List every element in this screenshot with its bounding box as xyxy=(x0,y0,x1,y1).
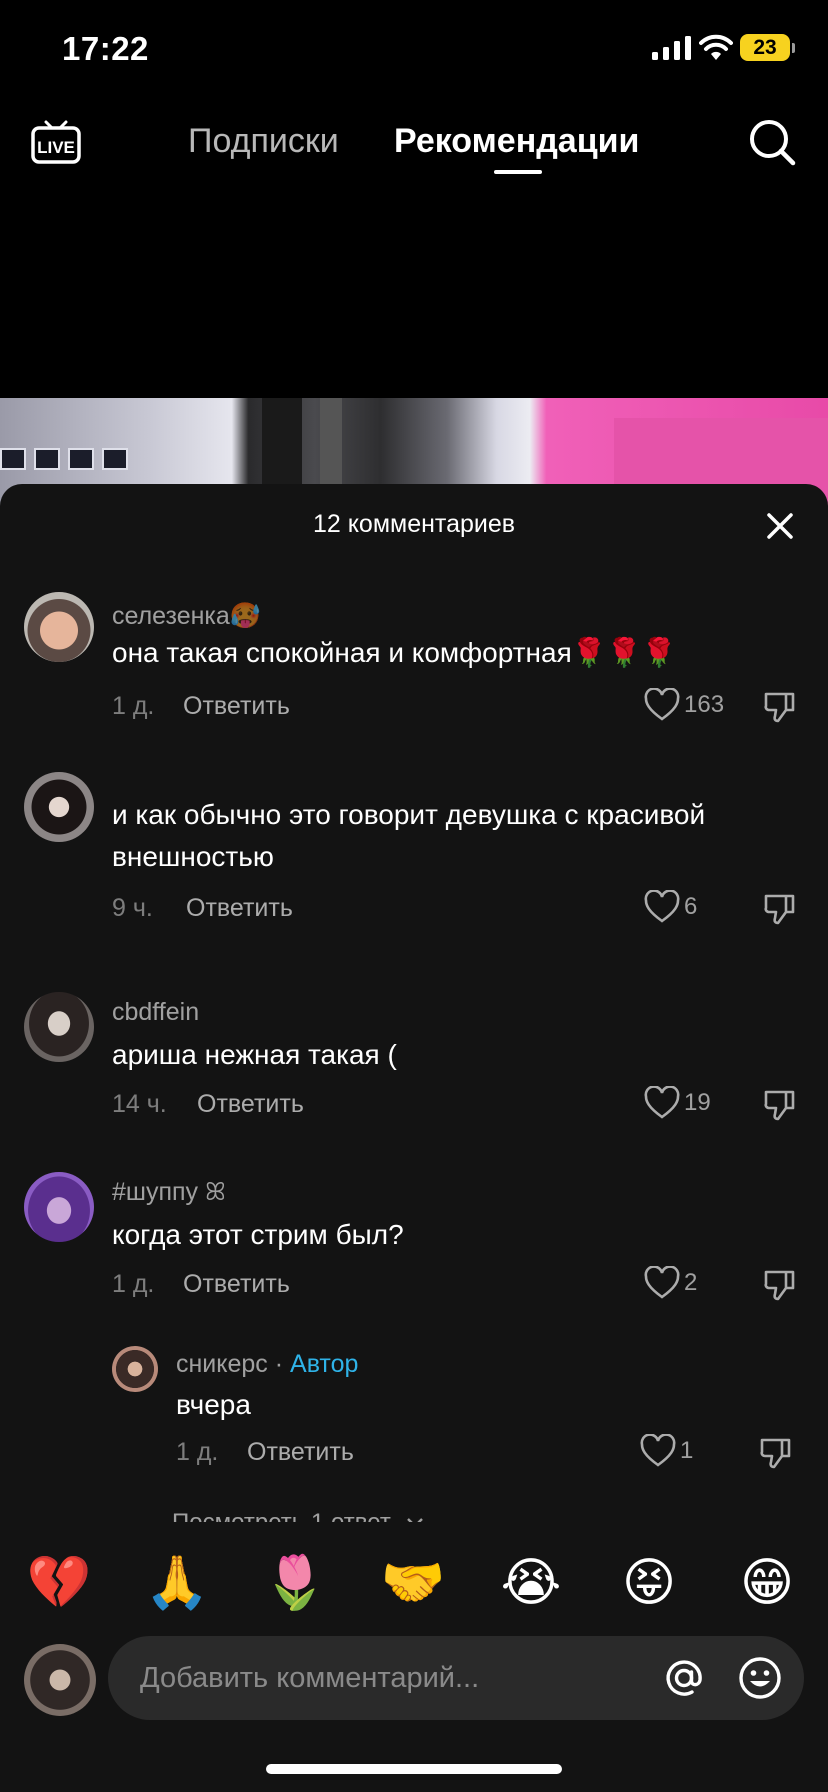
emoji-tongue[interactable]: 😝 xyxy=(616,1550,682,1616)
status-bar: 17:22 23 xyxy=(0,0,828,100)
top-navigation: LIVE Подписки Рекомендации xyxy=(0,100,828,180)
my-avatar xyxy=(24,1644,96,1716)
comment-time: 9 ч. xyxy=(112,894,153,922)
tab-for-you[interactable]: Рекомендации xyxy=(394,122,639,161)
heart-icon xyxy=(640,1434,676,1467)
mention-icon[interactable] xyxy=(662,1656,706,1700)
avatar[interactable] xyxy=(24,592,94,662)
battery-icon: 23 xyxy=(740,34,790,61)
comment-item: селезенка🥵 она такая спокойная и комфорт… xyxy=(0,588,828,738)
like-button[interactable]: 6 xyxy=(644,890,697,924)
emoji-crying[interactable]: 😭 xyxy=(498,1550,564,1616)
status-time: 17:22 xyxy=(62,30,149,67)
reply-button[interactable]: Ответить xyxy=(183,1270,290,1299)
comment-time: 1 д. xyxy=(112,692,155,720)
avatar[interactable] xyxy=(24,1172,94,1242)
active-tab-indicator xyxy=(494,170,542,174)
reply-text: вчера xyxy=(176,1389,251,1420)
comment-text: ариша нежная такая ( xyxy=(112,1039,397,1070)
heart-icon xyxy=(644,1266,680,1299)
reply-button[interactable]: Ответить xyxy=(197,1090,304,1119)
tab-following[interactable]: Подписки xyxy=(188,122,339,161)
emoji-broken-heart[interactable]: 💔 xyxy=(26,1550,92,1616)
emoji-tulip[interactable]: 🌷 xyxy=(262,1550,328,1616)
emoji-quick-bar: 💔 🙏 🌷 🤝 😭 😝 😁 xyxy=(0,1550,828,1616)
live-icon[interactable]: LIVE xyxy=(30,116,82,166)
like-button[interactable]: 1 xyxy=(640,1434,693,1468)
dislike-icon[interactable] xyxy=(762,1086,798,1122)
heart-icon xyxy=(644,688,680,721)
like-count: 2 xyxy=(684,1269,698,1296)
like-button[interactable]: 19 xyxy=(644,1086,711,1120)
dislike-icon[interactable] xyxy=(758,1434,794,1470)
comment-item: cbdffein ариша нежная такая ( 14 ч. Отве… xyxy=(0,988,828,1138)
reply-time: 1 д. xyxy=(176,1438,219,1466)
wifi-icon xyxy=(699,34,733,60)
comments-count-title: 12 комментариев xyxy=(312,510,516,538)
search-icon[interactable] xyxy=(746,116,798,168)
like-count: 163 xyxy=(684,691,725,718)
like-count: 1 xyxy=(680,1437,694,1464)
author-badge: Автор xyxy=(290,1350,359,1378)
avatar[interactable] xyxy=(24,992,94,1062)
like-button[interactable]: 163 xyxy=(644,688,724,722)
reply-username-text: сникерс xyxy=(176,1350,268,1378)
comment-username[interactable]: cbdffein xyxy=(112,998,199,1027)
reply-button[interactable]: Ответить xyxy=(186,894,293,923)
reply-button[interactable]: Ответить xyxy=(183,692,290,721)
close-icon[interactable] xyxy=(762,508,798,544)
like-count: 6 xyxy=(684,893,698,920)
reply-item: сникерс · Автор вчера 1 д. Ответить 1 xyxy=(0,1340,828,1490)
comment-text: она такая спокойная и комфортная🌹🌹🌹 xyxy=(112,637,677,668)
comment-username[interactable]: селезенка🥵 xyxy=(112,602,261,631)
dislike-icon[interactable] xyxy=(762,688,798,724)
emoji-pray[interactable]: 🙏 xyxy=(144,1550,210,1616)
heart-icon xyxy=(644,890,680,923)
comment-time: 1 д. xyxy=(112,1270,155,1298)
comment-text: когда этот стрим был? xyxy=(112,1219,404,1250)
comment-username[interactable]: #шуппу ꕤ xyxy=(112,1178,226,1207)
emoji-picker-icon[interactable] xyxy=(738,1656,782,1700)
comment-input[interactable] xyxy=(140,1636,640,1720)
heart-icon xyxy=(644,1086,680,1119)
comment-input-box[interactable] xyxy=(108,1636,804,1720)
comment-composer: 💔 🙏 🌷 🤝 😭 😝 😁 xyxy=(0,1522,828,1792)
battery-level: 23 xyxy=(753,36,777,59)
emoji-handshake[interactable]: 🤝 xyxy=(380,1550,446,1616)
like-button[interactable]: 2 xyxy=(644,1266,697,1300)
reply-separator: · xyxy=(267,1350,291,1378)
dislike-icon[interactable] xyxy=(762,1266,798,1302)
comment-item: #шуппу ꕤ когда этот стрим был? 1 д. Отве… xyxy=(0,1168,828,1318)
live-label: LIVE xyxy=(37,138,75,157)
comment-item: и как обычно это говорит девушка с краси… xyxy=(0,768,828,948)
battery-tip xyxy=(792,43,795,53)
home-indicator xyxy=(266,1764,562,1774)
comment-time: 14 ч. xyxy=(112,1090,167,1118)
emoji-grin[interactable]: 😁 xyxy=(734,1550,800,1616)
comment-text: и как обычно это говорит девушка с краси… xyxy=(112,799,706,872)
cellular-signal-icon xyxy=(652,36,691,60)
avatar[interactable] xyxy=(24,772,94,842)
reply-button[interactable]: Ответить xyxy=(247,1438,354,1467)
like-count: 19 xyxy=(684,1089,711,1116)
dislike-icon[interactable] xyxy=(762,890,798,926)
reply-username[interactable]: сникерс · Автор xyxy=(176,1350,358,1379)
avatar[interactable] xyxy=(112,1346,158,1392)
wall-pictures xyxy=(0,448,128,470)
